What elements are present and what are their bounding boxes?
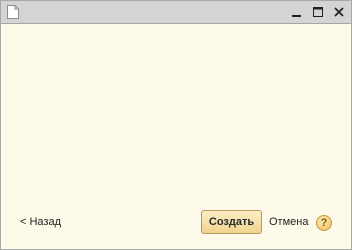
title-bar	[1, 1, 351, 24]
dialog-window: < Назад Создать Отмена ?	[0, 0, 352, 250]
close-icon	[334, 7, 344, 17]
maximize-icon	[313, 7, 323, 17]
close-button[interactable]	[331, 4, 347, 20]
document-icon	[7, 5, 19, 19]
maximize-button[interactable]	[310, 4, 326, 20]
minimize-icon	[292, 15, 301, 17]
back-link[interactable]: < Назад	[20, 216, 61, 228]
minimize-button[interactable]	[289, 4, 305, 20]
dialog-content: < Назад Создать Отмена ?	[1, 24, 351, 249]
cancel-link[interactable]: Отмена	[269, 216, 308, 228]
help-icon[interactable]: ?	[316, 215, 332, 231]
create-button[interactable]: Создать	[201, 210, 262, 234]
